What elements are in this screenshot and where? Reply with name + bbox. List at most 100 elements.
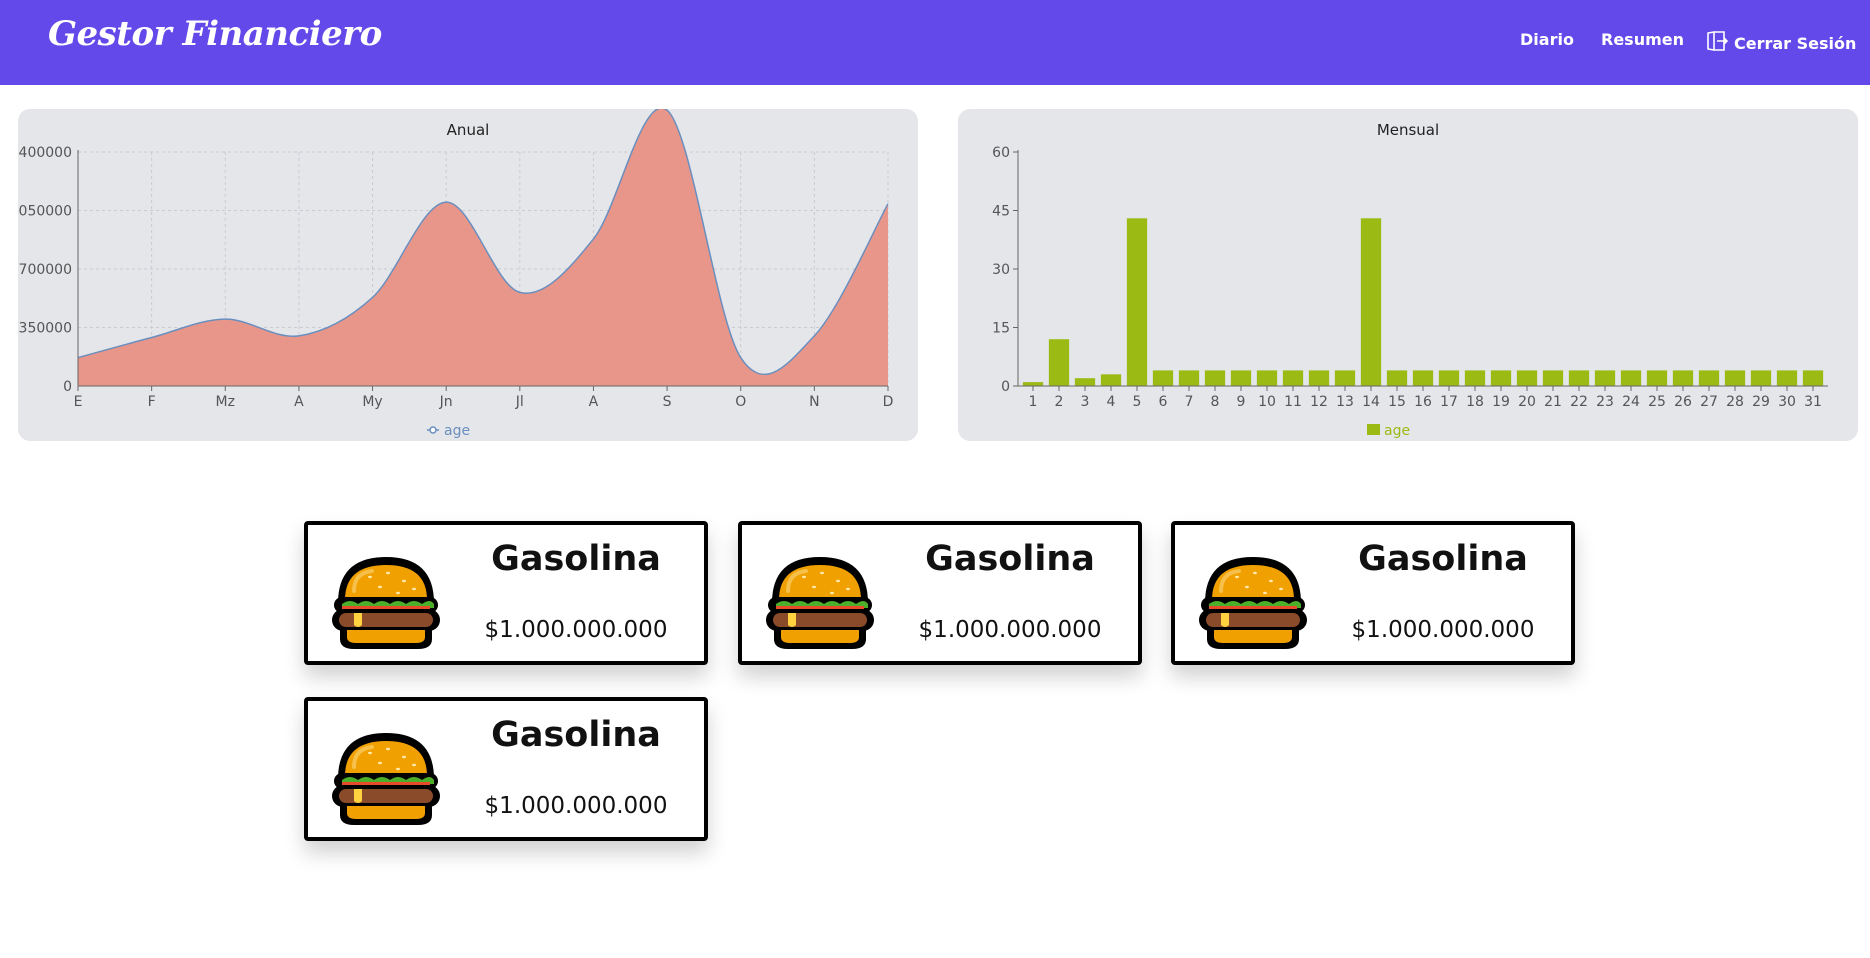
bar-day-18 (1464, 370, 1486, 386)
card-title: Gasolina (491, 539, 661, 579)
x-tick-label: 18 (1466, 394, 1484, 410)
legend-label: age (444, 423, 470, 439)
bar-day-21 (1542, 370, 1564, 386)
x-tick-label: 19 (1492, 394, 1510, 410)
bar-day-22 (1568, 370, 1590, 386)
expense-card[interactable]: Gasolina $1.000.000.000 (738, 521, 1142, 665)
y-tick-label: 050000 (19, 204, 72, 220)
card-amount: $1.000.000.000 (918, 617, 1102, 643)
bar-day-29 (1750, 370, 1772, 386)
top-navbar: Gestor Financiero Diario Resumen Cerrar … (0, 0, 1870, 85)
y-tick-label: 400000 (19, 145, 72, 161)
bar-day-17 (1438, 370, 1460, 386)
x-tick-label: O (735, 394, 746, 410)
bar-day-31 (1802, 370, 1824, 386)
monthly-chart-panel: Mensual 0 15 30 45 60 1 2 3 4 5 6 7 8 9 10 11 12 13 14 15 16 1… (958, 109, 1858, 441)
card-title: Gasolina (925, 539, 1095, 579)
card-amount: $1.000.000.000 (1351, 617, 1535, 643)
bar-day-26 (1672, 370, 1694, 386)
bar-day-10 (1256, 370, 1278, 386)
x-tick-label: 24 (1622, 394, 1640, 410)
x-tick-label: 31 (1804, 394, 1822, 410)
bar-day-13 (1334, 370, 1356, 386)
x-tick-label: My (362, 394, 382, 410)
x-tick-label: 15 (1388, 394, 1406, 410)
bar-day-12 (1308, 370, 1330, 386)
x-tick-label: E (74, 394, 83, 410)
y-tick-label: 60 (992, 145, 1010, 161)
bar-day-3 (1074, 378, 1096, 386)
bar-day-1 (1022, 382, 1044, 386)
y-tick-label: 0 (1001, 379, 1010, 395)
bar-day-2 (1048, 339, 1070, 386)
x-tick-label: 6 (1159, 394, 1168, 410)
monthly-chart: Mensual0153045601 2 3 4 5 6 7 8 9 10 11 12 13 14 15 16 1… (992, 121, 1828, 439)
nav-diario-link[interactable]: Diario (1520, 30, 1574, 49)
card-amount: $1.000.000.000 (484, 793, 668, 819)
expense-card[interactable]: Gasolina $1.000.000.000 (304, 697, 708, 841)
legend-label: age (1384, 423, 1410, 439)
expense-card[interactable]: Gasolina $1.000.000.000 (1171, 521, 1575, 665)
bar-day-19 (1490, 370, 1512, 386)
x-tick-label: 11 (1284, 394, 1302, 410)
burger-icon (330, 555, 442, 651)
x-tick-label: 30 (1778, 394, 1796, 410)
x-tick-label: A (294, 394, 304, 410)
x-tick-label: N (809, 394, 819, 410)
bar-day-23 (1594, 370, 1616, 386)
burger-icon (330, 731, 442, 827)
x-tick-label: 26 (1674, 394, 1692, 410)
nav-resumen-link[interactable]: Resumen (1601, 30, 1684, 49)
legend-marker (1367, 424, 1380, 435)
bar-day-6 (1152, 370, 1174, 386)
x-tick-label: 16 (1414, 394, 1432, 410)
x-tick-label: S (663, 394, 672, 410)
area-series-age (78, 109, 888, 386)
bar-day-24 (1620, 370, 1642, 386)
y-tick-label: 0 (63, 379, 72, 395)
annual-chart-panel: Anual 0 350000 700000 050000 400000 E F Mz A My Jn J… (18, 109, 918, 441)
x-tick-label: 27 (1700, 394, 1718, 410)
x-tick-label: 12 (1310, 394, 1328, 410)
x-tick-label: 23 (1596, 394, 1614, 410)
bar-day-4 (1100, 374, 1122, 386)
logout-icon (1706, 30, 1729, 56)
x-tick-label: 13 (1336, 394, 1354, 410)
x-tick-label: 21 (1544, 394, 1562, 410)
brand-logo[interactable]: Gestor Financiero (48, 14, 382, 54)
bar-day-11 (1282, 370, 1304, 386)
x-tick-label: 22 (1570, 394, 1588, 410)
x-tick-label: 8 (1211, 394, 1220, 410)
x-tick-label: 17 (1440, 394, 1458, 410)
bar-day-16 (1412, 370, 1434, 386)
bar-day-9 (1230, 370, 1252, 386)
x-tick-label: 28 (1726, 394, 1744, 410)
annual-chart: Anual 0 350000 700000 050000 400000 E F Mz A My Jn J… (19, 109, 893, 439)
x-tick-label: 7 (1185, 394, 1194, 410)
bar-day-28 (1724, 370, 1746, 386)
legend-marker-dot (429, 426, 437, 434)
card-title: Gasolina (1358, 539, 1528, 579)
y-tick-label: 350000 (19, 321, 72, 337)
bar-day-30 (1776, 370, 1798, 386)
x-tick-label: F (148, 394, 156, 410)
bar-day-27 (1698, 370, 1720, 386)
bar-day-7 (1178, 370, 1200, 386)
x-tick-label: 3 (1081, 394, 1090, 410)
bar-day-25 (1646, 370, 1668, 386)
x-tick-label: 20 (1518, 394, 1536, 410)
chart-title: Mensual (1377, 121, 1439, 139)
x-tick-label: 25 (1648, 394, 1666, 410)
x-tick-label: 1 (1029, 394, 1038, 410)
x-tick-label: Jn (439, 394, 453, 410)
y-tick-label: 700000 (19, 262, 72, 278)
bar-day-5 (1126, 218, 1148, 386)
x-tick-label: 29 (1752, 394, 1770, 410)
logout-button[interactable]: Cerrar Sesión (1706, 30, 1856, 56)
chart-title: Anual (447, 121, 490, 139)
x-tick-label: Jl (515, 394, 524, 410)
expense-card[interactable]: Gasolina $1.000.000.000 (304, 521, 708, 665)
bar-day-15 (1386, 370, 1408, 386)
bar-day-20 (1516, 370, 1538, 386)
card-amount: $1.000.000.000 (484, 617, 668, 643)
